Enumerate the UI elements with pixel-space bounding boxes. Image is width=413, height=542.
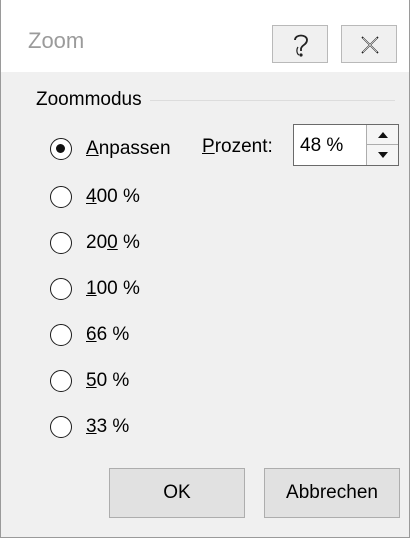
dialog-title: Zoom <box>28 28 85 53</box>
cancel-button[interactable]: Abbrechen <box>264 468 400 518</box>
radio-indicator[interactable] <box>50 232 72 254</box>
help-button[interactable] <box>272 25 328 63</box>
percent-label: Prozent: <box>202 136 273 157</box>
radio-400[interactable]: 400 % <box>50 186 140 208</box>
radio-66[interactable]: 66 % <box>50 324 129 346</box>
radio-200[interactable]: 200 % <box>50 232 140 254</box>
radio-label: 400 % <box>86 186 140 207</box>
radio-indicator[interactable] <box>50 370 72 392</box>
radio-fit[interactable]: Anpassen <box>50 138 171 160</box>
spin-down-button[interactable] <box>366 145 398 165</box>
radio-label: Anpassen <box>86 138 171 159</box>
title-bar[interactable]: Zoom <box>1 0 409 72</box>
radio-label: 33 % <box>86 416 130 437</box>
zoom-dialog: Zoom Zoommodus Anpassen 400 % 200 % 100 … <box>0 0 410 538</box>
radio-indicator[interactable] <box>50 416 72 438</box>
radio-label: 100 % <box>86 278 140 299</box>
percent-input[interactable]: 48 % <box>300 135 343 157</box>
radio-label: 50 % <box>86 370 130 391</box>
radio-50[interactable]: 50 % <box>50 370 129 392</box>
radio-indicator[interactable] <box>50 138 72 160</box>
radio-33[interactable]: 33 % <box>50 416 129 438</box>
percent-spinbox[interactable]: 48 % <box>293 124 399 166</box>
radio-indicator[interactable] <box>50 324 72 346</box>
spin-up-button[interactable] <box>366 125 398 145</box>
radio-indicator[interactable] <box>50 278 72 300</box>
ok-button[interactable]: OK <box>109 468 245 518</box>
radio-label: 200 % <box>86 232 140 253</box>
radio-100[interactable]: 100 % <box>50 278 140 300</box>
radio-indicator[interactable] <box>50 186 72 208</box>
close-button[interactable] <box>341 25 397 63</box>
radio-label: 66 % <box>86 324 130 345</box>
zoom-mode-group-label: Zoommodus <box>36 89 150 111</box>
